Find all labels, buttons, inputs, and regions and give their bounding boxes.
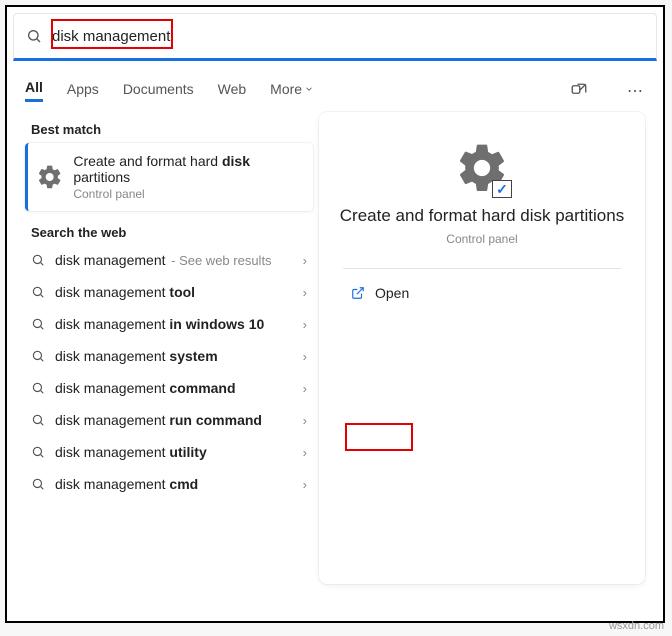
tab-apps[interactable]: Apps bbox=[67, 81, 99, 101]
verified-badge: ✓ bbox=[492, 180, 512, 198]
web-result-text: disk management in windows 10 bbox=[55, 316, 264, 332]
best-match-item[interactable]: Create and format hard disk partitions C… bbox=[25, 143, 313, 211]
web-result-item[interactable]: disk management tool › bbox=[25, 276, 313, 308]
search-icon bbox=[31, 349, 45, 363]
web-result-text: disk management - See web results bbox=[55, 252, 272, 268]
web-result-text: disk management command bbox=[55, 380, 236, 396]
tab-more[interactable]: More bbox=[270, 81, 314, 101]
results-list: Best match Create and format hard disk p… bbox=[25, 112, 313, 584]
search-icon bbox=[31, 413, 45, 427]
web-result-text: disk management system bbox=[55, 348, 218, 364]
gear-icon bbox=[36, 163, 63, 191]
detail-subtitle: Control panel bbox=[319, 232, 645, 246]
best-match-subtitle: Control panel bbox=[73, 187, 305, 201]
tab-more-label: More bbox=[270, 81, 302, 97]
search-input[interactable] bbox=[52, 28, 644, 45]
open-external-icon bbox=[351, 286, 365, 300]
more-options-icon[interactable]: ⋯ bbox=[625, 81, 645, 101]
search-filters: All Apps Documents Web More ⋯ bbox=[7, 67, 663, 102]
search-icon bbox=[31, 317, 45, 331]
detail-title: Create and format hard disk partitions bbox=[319, 206, 645, 226]
check-icon: ✓ bbox=[496, 181, 508, 198]
web-result-item[interactable]: disk management - See web results › bbox=[25, 244, 313, 276]
heading-best-match: Best match bbox=[31, 122, 313, 137]
search-icon bbox=[31, 477, 45, 491]
web-result-item[interactable]: disk management run command › bbox=[25, 404, 313, 436]
search-icon bbox=[31, 445, 45, 459]
share-icon[interactable] bbox=[569, 81, 589, 101]
open-button[interactable]: Open bbox=[343, 279, 417, 307]
heading-search-web: Search the web bbox=[31, 225, 313, 240]
chevron-right-icon: › bbox=[303, 445, 307, 460]
detail-panel: ✓ Create and format hard disk partitions… bbox=[319, 112, 645, 584]
chevron-right-icon: › bbox=[303, 285, 307, 300]
search-icon bbox=[26, 28, 42, 44]
web-result-text: disk management utility bbox=[55, 444, 207, 460]
web-result-item[interactable]: disk management in windows 10 › bbox=[25, 308, 313, 340]
chevron-down-icon bbox=[304, 84, 314, 94]
search-bar[interactable] bbox=[13, 13, 657, 61]
chevron-right-icon: › bbox=[303, 413, 307, 428]
tab-web[interactable]: Web bbox=[218, 81, 247, 101]
watermark: wsxdn.com bbox=[609, 620, 664, 632]
divider bbox=[343, 268, 621, 269]
web-result-text: disk management tool bbox=[55, 284, 195, 300]
best-match-title: Create and format hard disk partitions bbox=[73, 153, 305, 185]
web-result-item[interactable]: disk management system › bbox=[25, 340, 313, 372]
tab-documents[interactable]: Documents bbox=[123, 81, 194, 101]
chevron-right-icon: › bbox=[303, 477, 307, 492]
detail-app-icon: ✓ bbox=[454, 140, 510, 196]
open-label: Open bbox=[375, 285, 409, 301]
chevron-right-icon: › bbox=[303, 253, 307, 268]
chevron-right-icon: › bbox=[303, 349, 307, 364]
web-result-item[interactable]: disk management command › bbox=[25, 372, 313, 404]
web-result-text: disk management run command bbox=[55, 412, 262, 428]
web-result-text: disk management cmd bbox=[55, 476, 198, 492]
web-result-item[interactable]: disk management utility › bbox=[25, 436, 313, 468]
search-icon bbox=[31, 285, 45, 299]
tab-all[interactable]: All bbox=[25, 79, 43, 102]
search-icon bbox=[31, 381, 45, 395]
chevron-right-icon: › bbox=[303, 317, 307, 332]
web-result-item[interactable]: disk management cmd › bbox=[25, 468, 313, 500]
web-results-list: disk management - See web results›disk m… bbox=[25, 244, 313, 500]
search-icon bbox=[31, 253, 45, 267]
chevron-right-icon: › bbox=[303, 381, 307, 396]
